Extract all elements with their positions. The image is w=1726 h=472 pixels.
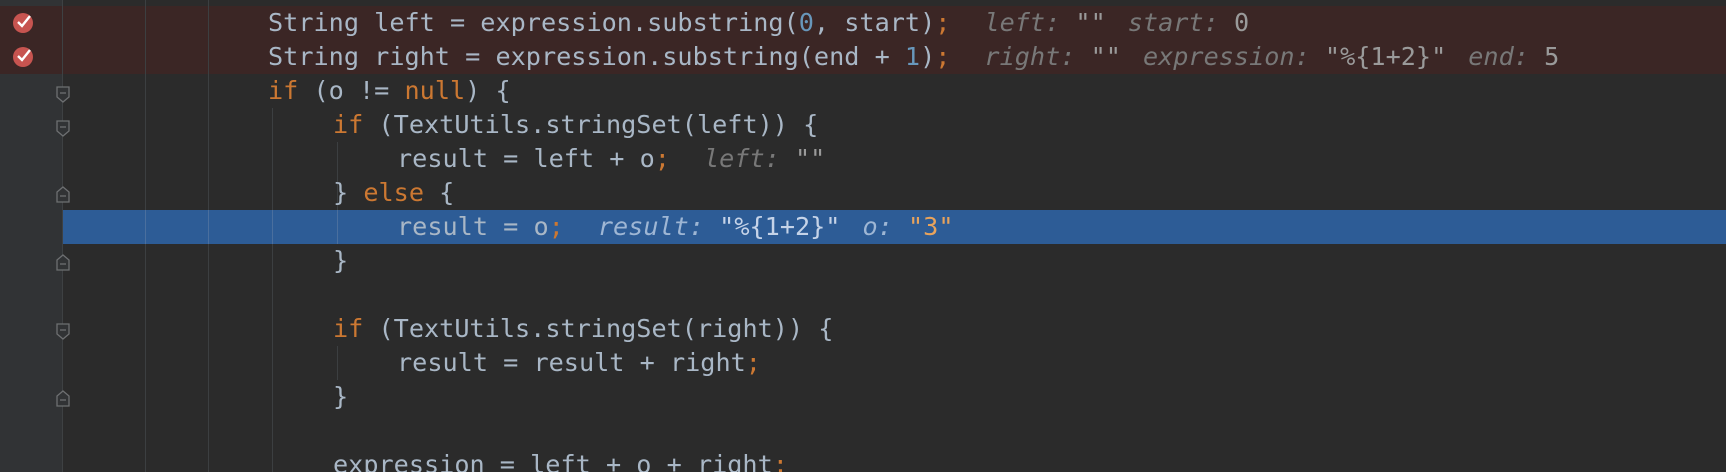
code-token: } [333, 382, 349, 411]
inline-value-name: start: [1127, 8, 1219, 37]
inline-debug-value[interactable]: expression: "%{1+2}" [1143, 42, 1446, 71]
inline-value-name: left: [984, 8, 1061, 37]
code-token: } [333, 178, 364, 207]
fold-marker-icon[interactable] [55, 85, 71, 103]
indent-guide [145, 210, 146, 244]
inline-value-content: 5 [1544, 42, 1560, 71]
indent-guide [337, 210, 338, 244]
code-line[interactable]: } [333, 244, 348, 278]
inline-debug-value[interactable]: left: "" [704, 144, 825, 173]
inline-value-content: "3" [908, 212, 954, 241]
code-line[interactable]: result = left + o; left: "" [397, 142, 825, 176]
code-token: } [333, 246, 349, 275]
code-token: (TextUtils.stringSet(left)) { [363, 110, 819, 139]
fold-marker-icon[interactable] [55, 119, 71, 137]
code-line[interactable]: } [333, 380, 348, 414]
code-token: String left = expression.substring( [268, 8, 799, 37]
inline-value-name: end: [1468, 42, 1529, 71]
keyword-token: if [333, 314, 364, 343]
semicolon-token: ; [745, 348, 761, 377]
keyword-token: if [333, 110, 364, 139]
code-token: result = result + right [397, 348, 746, 377]
indent-guide [337, 346, 338, 380]
inline-value-name: left: [703, 144, 780, 173]
inline-value-name: expression: [1142, 42, 1310, 71]
fold-marker-icon[interactable] [55, 254, 71, 272]
code-line[interactable]: expression = left + o + right; [333, 448, 788, 472]
code-token: (o != [298, 76, 405, 105]
code-line[interactable]: } else { [333, 176, 454, 210]
code-token: , start) [813, 8, 936, 37]
semicolon-token: ; [654, 144, 670, 173]
code-token: ) { [465, 76, 511, 105]
code-token: String right = expression.substring(end … [268, 42, 905, 71]
inline-debug-value[interactable]: left: "" [984, 8, 1105, 37]
keyword-token: else [363, 178, 425, 207]
breakpoint-verified-icon[interactable] [12, 12, 34, 34]
breakpoint-verified-icon[interactable] [12, 46, 34, 68]
fold-marker-icon[interactable] [55, 322, 71, 340]
inline-value-content: "" [1090, 42, 1121, 71]
inline-value-content: "" [794, 144, 826, 173]
inline-value-content: "%{1+2}" [1324, 42, 1447, 71]
inline-value-content: "" [1075, 8, 1106, 37]
fold-marker-icon[interactable] [55, 186, 71, 204]
semicolon-token: ; [935, 8, 951, 37]
keyword-token: if [268, 76, 299, 105]
semicolon-token: ; [548, 212, 564, 241]
inline-value-content: 0 [1233, 8, 1250, 37]
inline-value-name: right: [984, 42, 1076, 71]
code-token: result = o [397, 212, 549, 241]
number-token: 0 [798, 8, 814, 37]
code-line[interactable]: if (o != null) { [268, 74, 511, 108]
code-token: expression = left + o + right [333, 450, 773, 472]
inline-value-name: result: [597, 212, 704, 241]
code-token: (TextUtils.stringSet(right)) { [363, 314, 834, 343]
inline-debug-value[interactable]: result: "%{1+2}" [598, 212, 841, 241]
inline-debug-value[interactable]: right: "" [984, 42, 1121, 71]
code-line[interactable]: if (TextUtils.stringSet(left)) { [333, 108, 818, 142]
inline-debug-value[interactable]: end: 5 [1468, 42, 1559, 71]
code-token: { [424, 178, 455, 207]
inline-debug-value[interactable]: start: 0 [1128, 8, 1249, 37]
keyword-token: null [404, 76, 466, 105]
indent-guide [272, 210, 273, 244]
code-token: ) [920, 42, 936, 71]
indent-guide [272, 108, 273, 472]
code-line[interactable]: result = o; result: "%{1+2}" o: "3" [397, 210, 954, 244]
inline-value-name: o: [862, 212, 893, 241]
number-token: 1 [904, 42, 921, 71]
inline-debug-value[interactable]: o: "3" [862, 212, 953, 241]
semicolon-token: ; [935, 42, 951, 71]
code-editor[interactable]: String left = expression.substring(0, st… [0, 0, 1726, 472]
code-line[interactable]: result = result + right; [397, 346, 761, 380]
inline-value-content: "%{1+2}" [719, 212, 841, 241]
code-line[interactable]: if (TextUtils.stringSet(right)) { [333, 312, 833, 346]
code-line[interactable]: String left = expression.substring(0, st… [268, 6, 1249, 40]
fold-marker-icon[interactable] [55, 390, 71, 408]
code-token: result = left + o [397, 144, 655, 173]
semicolon-token: ; [772, 450, 788, 472]
code-line[interactable]: String right = expression.substring(end … [268, 40, 1559, 74]
indent-guide [208, 210, 209, 244]
